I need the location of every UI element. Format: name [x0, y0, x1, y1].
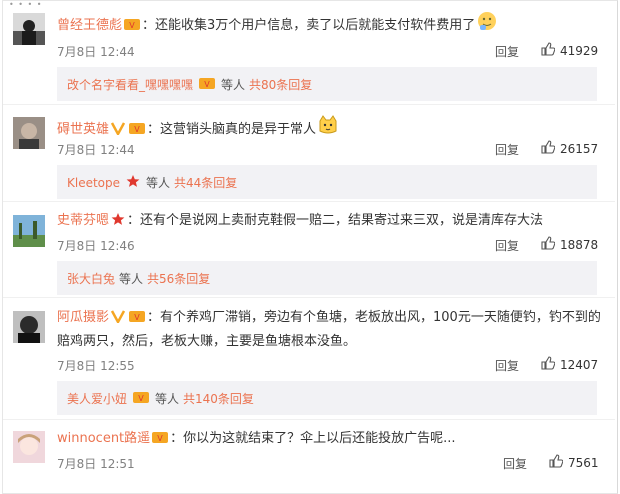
reply-button[interactable]: 回复: [503, 455, 527, 472]
avatar[interactable]: [13, 431, 45, 463]
comment-content: 史蒂芬嗯 ：还有个是说网上卖耐克鞋假一赔二，结果寄过来三双，说是清库存大法: [57, 211, 543, 233]
vip-badge-icon: V: [152, 430, 169, 451]
reply-mid-text: 等人: [221, 78, 246, 92]
comment-content: 碍世英雄 V ：这营销头脑真的是异于常人: [57, 115, 340, 142]
username[interactable]: winnocent路遥: [57, 431, 150, 446]
vip-badge-icon: V: [129, 309, 146, 331]
vip-badge-icon: V: [124, 17, 141, 38]
reply-summary[interactable]: 美人爱小妞 V 等人 共140条回复: [57, 381, 597, 415]
like-count: 18878: [560, 237, 599, 252]
like-count: 26157: [560, 141, 599, 156]
reply-summary[interactable]: 改个名字看看_嘿嘿嘿嘿 V 等人 共80条回复: [57, 67, 597, 101]
reply-button[interactable]: 回复: [495, 237, 519, 254]
svg-text:V: V: [138, 394, 144, 403]
thumbs-up-icon: [549, 454, 564, 471]
comment-date: 7月8日 12:51: [57, 457, 135, 471]
comment-text: ：还能收集3万个用户信息，卖了以后就能支付软件费用了: [142, 18, 476, 33]
reply-button[interactable]: 回复: [495, 141, 519, 158]
top-ellipsis: • • • •: [9, 0, 43, 9]
avatar[interactable]: [13, 117, 45, 149]
reply-users[interactable]: 改个名字看看_嘿嘿嘿嘿: [67, 76, 193, 93]
star-badge-icon: [111, 212, 125, 233]
verified-v-icon: [110, 121, 126, 142]
reply-users[interactable]: 美人爱小妞: [67, 390, 127, 407]
svg-text:V: V: [129, 21, 135, 30]
thumbs-up-icon: [541, 236, 556, 253]
reply-mid-text: 等人: [146, 176, 171, 190]
reply-count[interactable]: 共44条回复: [174, 174, 237, 191]
divider: [3, 297, 615, 298]
verified-v-icon: [110, 309, 126, 331]
comment-date: 7月8日 12:46: [57, 239, 135, 253]
divider: [3, 104, 615, 105]
like-button[interactable]: 18878: [541, 236, 598, 253]
avatar[interactable]: [13, 13, 45, 45]
vip-badge-icon: V: [133, 390, 150, 407]
svg-text:V: V: [204, 80, 210, 89]
reply-users[interactable]: 张大白兔: [67, 270, 115, 287]
avatar[interactable]: [13, 311, 45, 343]
reply-users[interactable]: Kleetope: [67, 176, 120, 190]
like-button[interactable]: 7561: [549, 454, 599, 471]
comment-text: ：你以为这就结束了？伞上以后还能投放广告呢...: [170, 431, 456, 446]
star-badge-icon: [126, 174, 140, 191]
cat-emoji-icon: [318, 115, 338, 142]
reply-button[interactable]: 回复: [495, 43, 519, 60]
svg-text:V: V: [134, 125, 140, 134]
comment-content: winnocent路遥 V ：你以为这就结束了？伞上以后还能投放广告呢...: [57, 429, 456, 451]
thumbs-up-icon: [541, 356, 556, 373]
svg-text:V: V: [134, 313, 140, 322]
username[interactable]: 阿瓜摄影: [57, 310, 109, 325]
emoji-icon: [477, 11, 497, 38]
vip-badge-icon: V: [199, 76, 216, 93]
like-count: 12407: [560, 357, 599, 372]
vip-badge-icon: V: [129, 121, 146, 142]
reply-button[interactable]: 回复: [495, 357, 519, 374]
username[interactable]: 曾经王德彪: [57, 18, 122, 33]
divider: [3, 419, 615, 420]
comment-list: • • • • 曾经王德彪 V ：还能收集3万个用户信息，卖了以后就能支付软件费用了…: [2, 0, 618, 494]
like-button[interactable]: 12407: [541, 356, 598, 373]
avatar[interactable]: [13, 215, 45, 247]
comment-content: 阿瓜摄影 V ：有个养鸡厂滞销，旁边有个鱼塘，老板放出风，100元一天随便钓，钓不到…: [57, 307, 607, 353]
comment-text: ：这营销头脑真的是异于常人: [147, 122, 317, 137]
comment-content: 曾经王德彪 V ：还能收集3万个用户信息，卖了以后就能支付软件费用了: [57, 11, 499, 38]
comment-date: 7月8日 12:55: [57, 359, 135, 373]
divider: [3, 201, 615, 202]
thumbs-up-icon: [541, 42, 556, 59]
reply-count[interactable]: 共80条回复: [249, 76, 312, 93]
reply-summary[interactable]: Kleetope 等人 共44条回复: [57, 165, 597, 199]
reply-count[interactable]: 共140条回复: [183, 390, 254, 407]
reply-count[interactable]: 共56条回复: [147, 270, 210, 287]
comment-text: ：还有个是说网上卖耐克鞋假一赔二，结果寄过来三双，说是清库存大法: [127, 213, 544, 228]
like-button[interactable]: 41929: [541, 42, 598, 59]
svg-text:V: V: [157, 434, 163, 443]
reply-summary[interactable]: 张大白兔 等人 共56条回复: [57, 261, 597, 295]
like-button[interactable]: 26157: [541, 140, 598, 157]
reply-mid-text: 等人: [119, 272, 144, 286]
thumbs-up-icon: [541, 140, 556, 157]
username[interactable]: 碍世英雄: [57, 122, 109, 137]
comment-date: 7月8日 12:44: [57, 143, 135, 157]
reply-mid-text: 等人: [155, 392, 180, 406]
comment-date: 7月8日 12:44: [57, 45, 135, 59]
like-count: 7561: [568, 455, 599, 470]
like-count: 41929: [560, 43, 599, 58]
username[interactable]: 史蒂芬嗯: [57, 213, 109, 228]
